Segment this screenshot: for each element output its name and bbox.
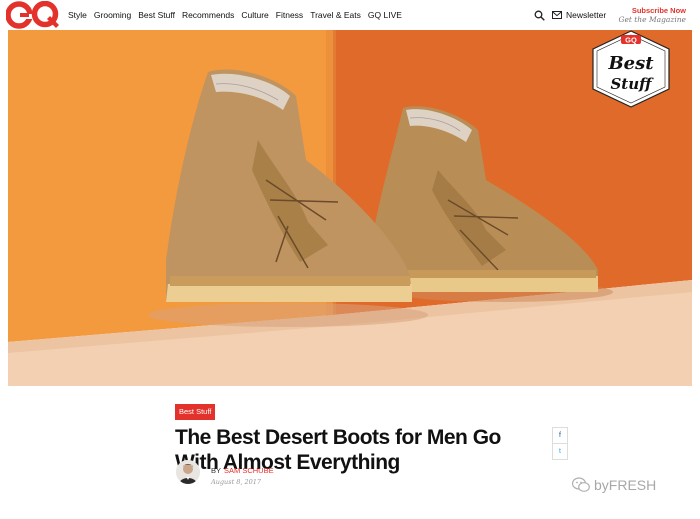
nav-link-grooming[interactable]: Grooming — [94, 10, 131, 20]
author-link[interactable]: SAM SCHUBE — [224, 466, 274, 475]
nav-link-fitness[interactable]: Fitness — [276, 10, 303, 20]
nav-link-gq-live[interactable]: GQ LIVE — [368, 10, 402, 20]
share-buttons: f t — [552, 427, 568, 460]
nav-link-recommends[interactable]: Recommends — [182, 10, 234, 20]
subscribe-link[interactable]: Subscribe Now — [632, 6, 686, 15]
nav-links: Style Grooming Best Stuff Recommends Cul… — [68, 0, 402, 30]
newsletter-link[interactable]: Newsletter — [566, 10, 606, 20]
publish-date: August 8, 2017 — [211, 478, 262, 486]
nav-link-best-stuff[interactable]: Best Stuff — [138, 10, 175, 20]
byline-prefix: BY — [211, 466, 222, 475]
author-avatar[interactable] — [176, 460, 200, 484]
nav-link-culture[interactable]: Culture — [241, 10, 268, 20]
gq-logo[interactable] — [6, 1, 60, 29]
best-stuff-badge: GQ Best Stuff — [592, 30, 670, 108]
badge-best-text: Best — [607, 53, 654, 74]
watermark: byFRESH — [572, 477, 656, 493]
nav-link-style[interactable]: Style — [68, 10, 87, 20]
watermark-text: byFRESH — [594, 477, 657, 493]
byline: BY SAM SCHUBE — [211, 466, 274, 475]
twitter-icon[interactable]: t — [553, 443, 567, 458]
nav-link-travel-eats[interactable]: Travel & Eats — [310, 10, 361, 20]
get-magazine-link[interactable]: Get the Magazine — [618, 15, 686, 24]
category-tag[interactable]: Best Stuff — [175, 404, 216, 420]
chat-bubble-icon — [572, 477, 590, 492]
badge-stuff-text: Stuff — [610, 75, 654, 93]
badge-gq-text: GQ — [625, 36, 637, 45]
top-navigation: Style Grooming Best Stuff Recommends Cul… — [0, 0, 700, 30]
search-icon[interactable] — [534, 10, 545, 21]
facebook-icon[interactable]: f — [553, 428, 567, 443]
mail-icon[interactable] — [552, 11, 562, 19]
